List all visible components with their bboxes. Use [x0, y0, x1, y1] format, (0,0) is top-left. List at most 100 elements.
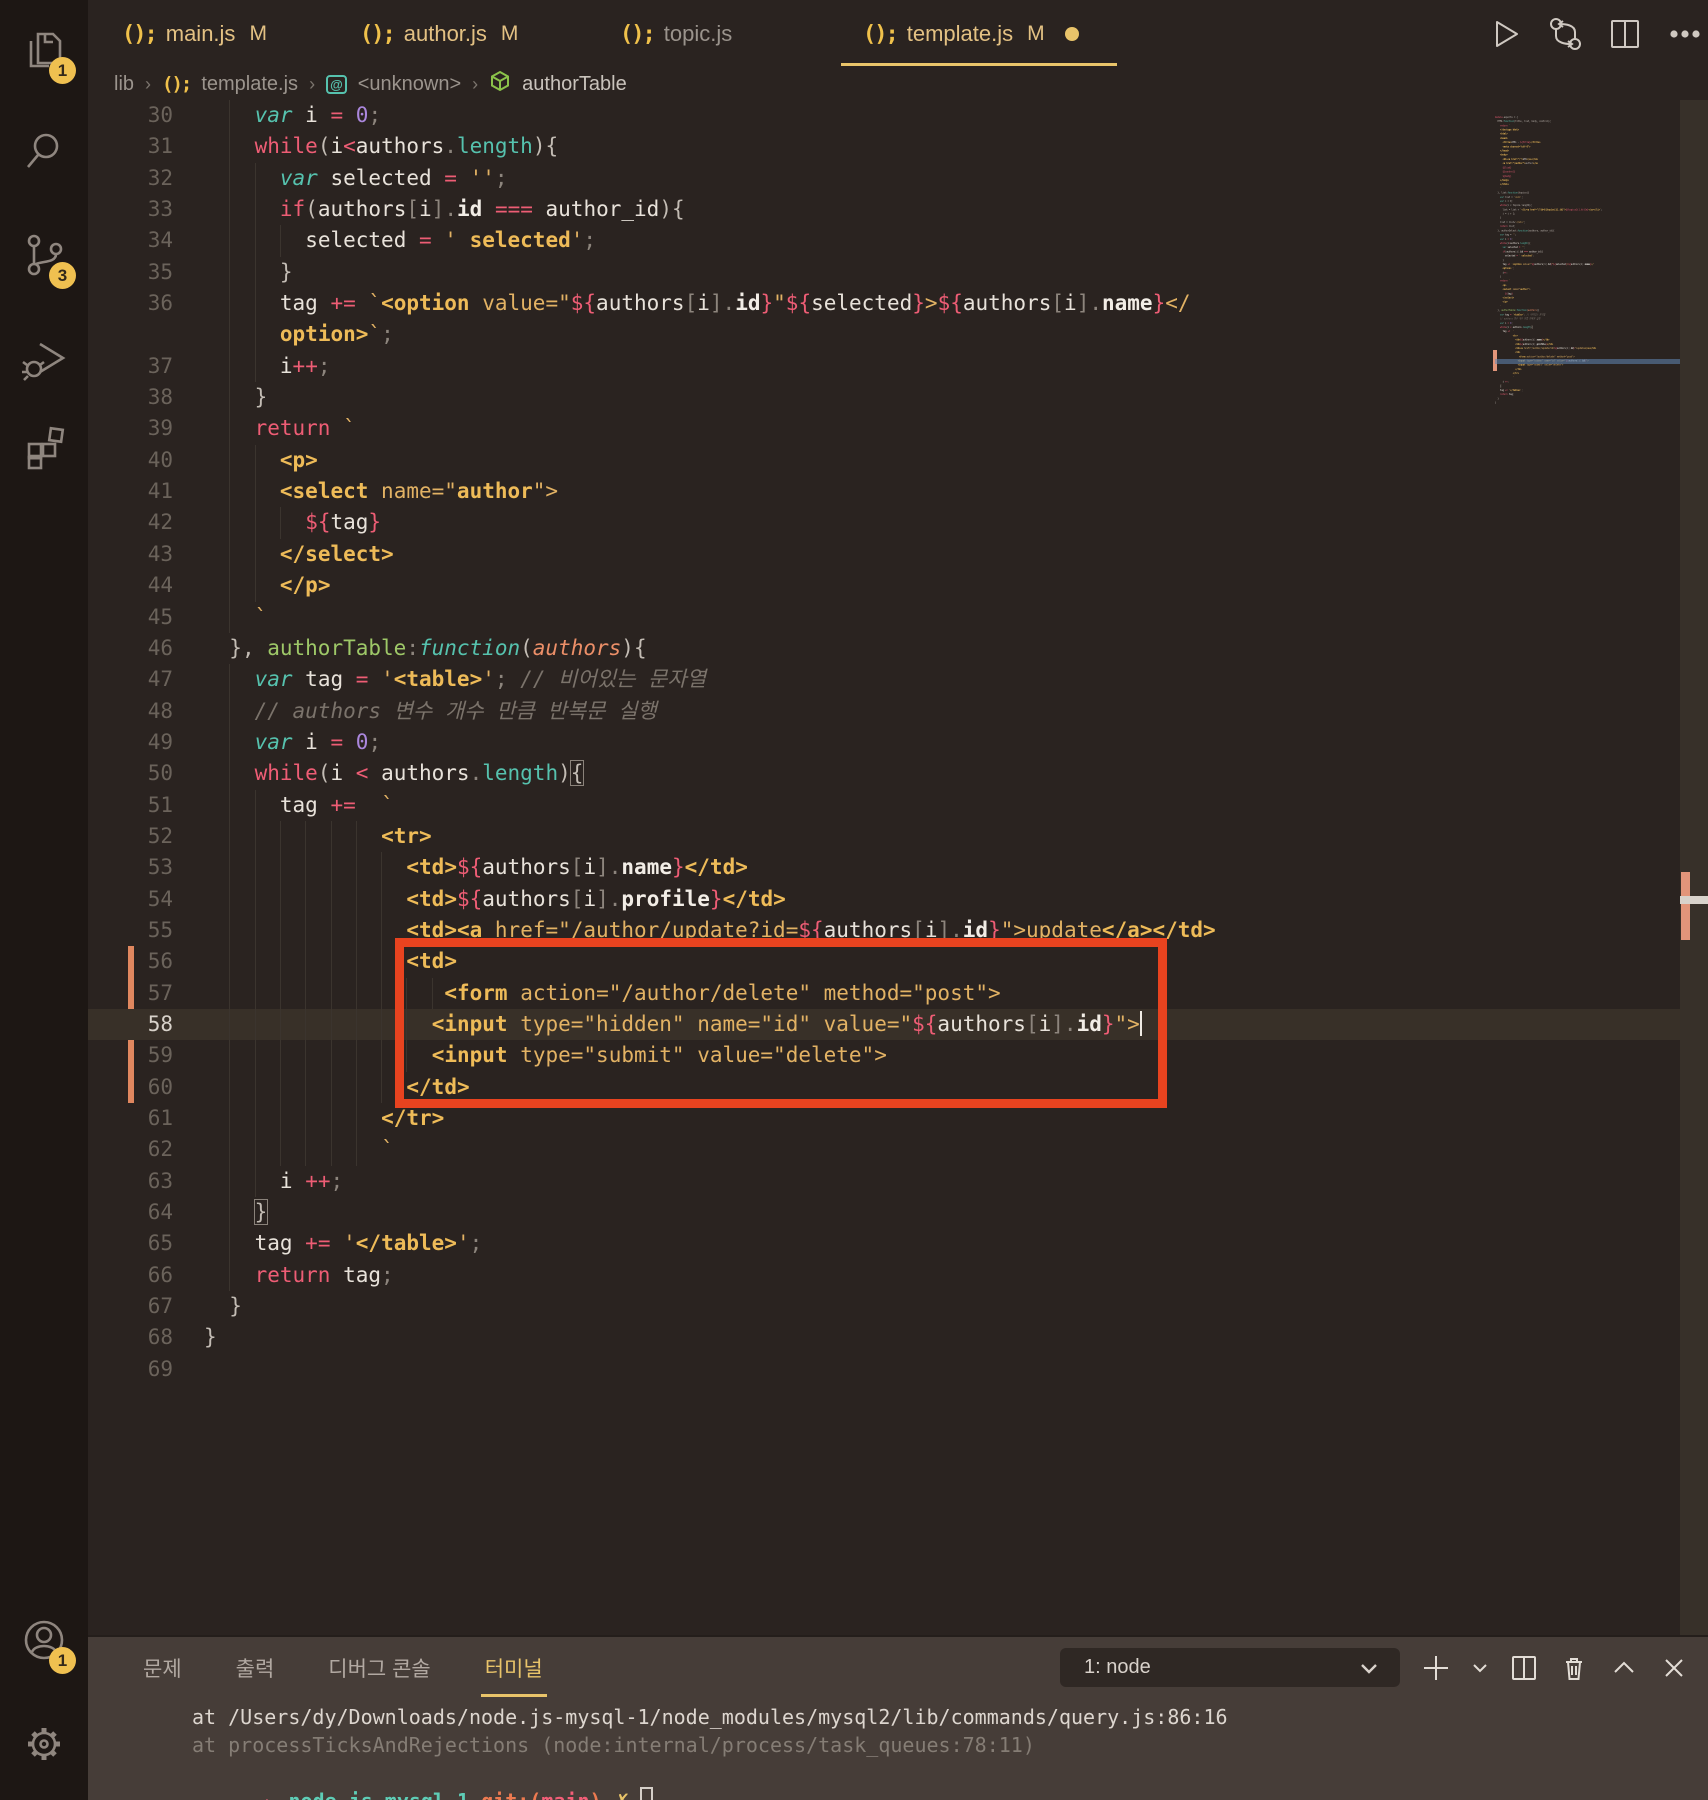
code-token: ; [1601, 207, 1603, 212]
code-line[interactable]: 31 while(i<authors.length){ [88, 131, 1680, 163]
code-line[interactable]: 41 <select name="author"> [88, 476, 1680, 508]
tab-main-js[interactable]: (); main.js M [100, 0, 338, 68]
code-token: <title> [1502, 140, 1512, 144]
code-line[interactable]: 36 tag += `<option value="${authors[i].id… [88, 288, 1680, 320]
code-line[interactable]: 43 </select> [88, 538, 1680, 571]
code-line[interactable]: 30 var i = 0; [88, 100, 1680, 132]
minimap[interactable]: module.exports = { HTML:function(title, … [1495, 115, 1680, 425]
code-line[interactable]: 47 var tag = '<table>'; // 비어있는 문자열 [88, 664, 1680, 696]
code-token: </a> [1532, 161, 1538, 165]
sidebar-item-source-control[interactable]: 3 [0, 211, 88, 299]
code-line[interactable]: 62 ` [88, 1134, 1680, 1166]
code-line[interactable]: 39 return ` [88, 413, 1680, 445]
code-token: id [735, 291, 761, 316]
tab-template-js[interactable]: (); template.js M [841, 0, 1131, 68]
code-line[interactable]: option>`; [88, 319, 1680, 351]
code-line[interactable]: 51 tag += ` [88, 789, 1680, 821]
terminal-selector[interactable]: 1: node [1060, 1648, 1400, 1687]
code-line[interactable]: 52 <tr> [88, 820, 1680, 853]
code-token: if [279, 197, 306, 222]
panel-tab-terminal-active[interactable]: 터미널 [480, 1653, 547, 1697]
code-line[interactable]: 44 </p> [88, 570, 1680, 602]
code-line[interactable]: 46}, authorTable:function(authors){ [88, 633, 1680, 664]
code-line[interactable]: 32 var selected = ''; [88, 162, 1680, 195]
sidebar-item-explorer[interactable]: 1 [0, 6, 88, 94]
code-token: (title, list, body, control){ [1513, 119, 1551, 123]
breadcrumb-item-file[interactable]: template.js [201, 73, 298, 96]
code-line[interactable]: 42 ${tag} [88, 507, 1680, 539]
code-line[interactable]: 53 <td>${authors[i].name}</td> [88, 852, 1680, 884]
code-token: tag [330, 1262, 382, 1287]
code-token: <td> [1515, 350, 1521, 354]
account-button[interactable]: 1 [0, 1596, 88, 1684]
chevron-down-icon [1361, 1663, 1377, 1674]
tab-author-js[interactable]: (); author.js M [338, 0, 598, 68]
code-token: ' [343, 1231, 356, 1256]
new-terminal-button[interactable] [1418, 1650, 1454, 1686]
panel-tab-item[interactable]: 출력 [234, 1653, 277, 1683]
code-token: . [469, 761, 483, 786]
gear-icon [28, 1728, 60, 1760]
code-line[interactable]: 34 selected = ' selected'; [88, 225, 1680, 257]
code-token: { [633, 635, 647, 660]
code-line[interactable]: 66 return tag; [88, 1259, 1680, 1292]
tab-topic-js[interactable]: (); topic.js [598, 0, 841, 68]
code-line[interactable]: 45 ` [88, 601, 1680, 633]
compare-changes-icon [1550, 18, 1581, 50]
terminal-selector-label: 1: node [1084, 1656, 1151, 1678]
code-line[interactable]: 50 while(i < authors.length){ [88, 758, 1680, 790]
code-token: '' [469, 165, 495, 190]
settings-button[interactable] [0, 1700, 88, 1788]
split-editor-button[interactable] [1603, 12, 1647, 56]
code-line[interactable]: 37 i++; [88, 350, 1680, 383]
line-number: 69 [147, 1356, 173, 1381]
code-line[interactable]: 48 // authors 변수 개수 만큼 반복문 실행 [88, 695, 1680, 727]
code-token: } [709, 886, 723, 911]
code-token: ; [381, 1262, 394, 1287]
code-token: ; [1512, 392, 1514, 396]
code-token: function [418, 635, 521, 660]
more-actions-button[interactable] [1663, 12, 1707, 56]
code-editor[interactable]: 30 var i = 0; 31 while(i<authors.length){32… [88, 100, 1708, 1635]
breadcrumb-item-unknown[interactable]: <unknown> [358, 73, 461, 96]
code-token: <tr> [1512, 333, 1518, 338]
maximize-panel-button[interactable] [1606, 1650, 1642, 1686]
code-token: selected [317, 165, 445, 190]
code-line[interactable]: 63 i ++; [88, 1165, 1680, 1198]
code-line[interactable]: 64} [88, 1197, 1680, 1229]
code-token: { [569, 760, 585, 787]
run-button[interactable] [1483, 12, 1527, 56]
sidebar-item-search[interactable] [0, 106, 88, 194]
panel-tab-item[interactable]: 디버그 콘솔 [326, 1653, 432, 1683]
code-line[interactable]: 68} [88, 1322, 1680, 1353]
code-token: i [583, 886, 597, 911]
overview-ruler[interactable] [1680, 100, 1708, 1635]
code-token: </body> [1500, 178, 1509, 182]
code-line[interactable]: 33 if(authors[i].id === author_id){ [88, 194, 1680, 226]
code-token: i [292, 103, 331, 127]
code-token: authors [1556, 346, 1566, 350]
new-terminal-dropdown[interactable] [1468, 1650, 1492, 1686]
sidebar-item-extensions[interactable] [0, 402, 88, 490]
sidebar-item-run-debug[interactable] [0, 314, 88, 402]
code-token: <select [279, 479, 369, 504]
open-changes-button[interactable] [1543, 12, 1587, 56]
code-line[interactable]: 38} [88, 382, 1680, 414]
code-line[interactable]: 54 <td>${authors[i].profile}</td> [88, 883, 1680, 915]
code-line[interactable]: 65 tag += '</table>'; [88, 1228, 1680, 1260]
split-terminal-button[interactable] [1506, 1650, 1542, 1686]
line-number: 35 [147, 259, 173, 284]
breadcrumb-item-lib[interactable]: lib [114, 73, 134, 96]
code-line[interactable]: 67} [88, 1291, 1680, 1322]
close-panel-button[interactable] [1656, 1650, 1692, 1686]
code-line[interactable]: 49 var i = 0; [88, 726, 1680, 759]
code-line[interactable]: 35} [88, 256, 1680, 289]
terminal-output[interactable]: at /Users/dy/Downloads/node.js-mysql-1/n… [88, 1703, 1708, 1800]
code-line[interactable]: 69 [88, 1354, 1680, 1385]
breadcrumb-item-symbol[interactable]: authorTable [522, 73, 627, 96]
code-line[interactable]: 40 <p> [88, 444, 1680, 477]
panel-tab-item[interactable]: 문제 [141, 1653, 184, 1683]
kill-terminal-button[interactable] [1556, 1650, 1592, 1686]
code-token: authors [596, 291, 685, 316]
